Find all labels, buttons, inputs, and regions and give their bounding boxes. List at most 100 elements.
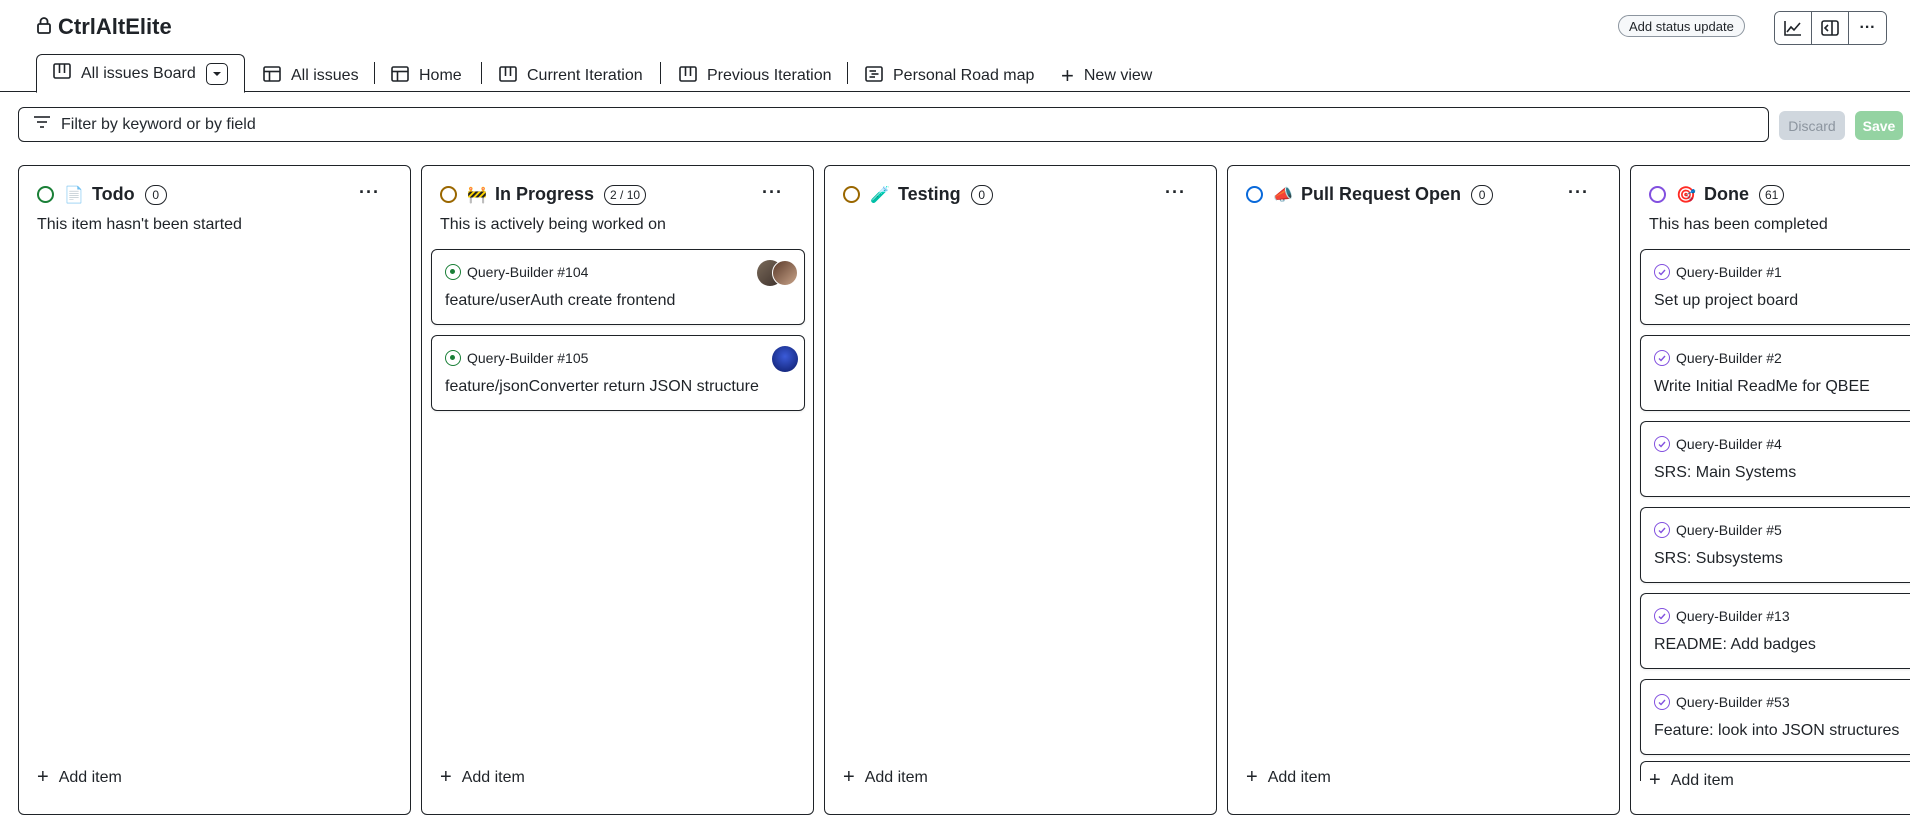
add-item-button[interactable]: + Add item: [1246, 766, 1331, 789]
tab-divider: [660, 62, 661, 84]
filter-input[interactable]: Filter by keyword or by field: [18, 107, 1769, 142]
plus-icon: +: [843, 766, 855, 788]
add-item-label: Add item: [864, 768, 928, 786]
issue-closed-icon: [1654, 694, 1670, 710]
add-item-button[interactable]: + Add item: [440, 766, 525, 789]
issue-reference: Query-Builder #1: [1654, 264, 1782, 280]
plus-icon: +: [1649, 769, 1661, 791]
column-header: 🧪 Testing 0: [843, 184, 993, 205]
add-item-label: Add item: [461, 768, 525, 786]
new-view-button[interactable]: + New view: [1061, 60, 1152, 92]
avatar[interactable]: [772, 260, 798, 286]
column-title: Pull Request Open: [1301, 184, 1462, 204]
plus-icon: +: [440, 766, 452, 788]
filter-placeholder: Filter by keyword or by field: [61, 115, 256, 133]
board-icon: [499, 65, 517, 87]
issue-ref-text: Query-Builder #2: [1676, 350, 1782, 366]
issue-card[interactable]: Query-Builder #13 README: Add badges: [1640, 593, 1910, 669]
issue-ref-text: Query-Builder #13: [1676, 608, 1790, 624]
plus-icon: +: [1246, 766, 1258, 788]
column-pull-request-open: 📣 Pull Request Open 0 ··· + Add item: [1227, 165, 1620, 815]
more-options-icon[interactable]: ···: [1849, 12, 1886, 44]
status-circle-icon: [1649, 186, 1666, 203]
tab-all-issues-board[interactable]: All issues Board: [36, 54, 245, 93]
issue-card[interactable]: Query-Builder #105 feature/jsonConverter…: [431, 335, 805, 411]
tab-divider: [847, 62, 848, 84]
add-status-update-button[interactable]: Add status update: [1618, 15, 1745, 37]
issue-title: Write Initial ReadMe for QBEE: [1654, 378, 1870, 395]
issue-ref-text: Query-Builder #1: [1676, 264, 1782, 280]
tab-divider: [374, 62, 375, 84]
issue-open-icon: [445, 264, 461, 280]
column-title: Done: [1704, 184, 1749, 204]
add-item-label: Add item: [1670, 771, 1734, 789]
issue-title: SRS: Main Systems: [1654, 464, 1797, 481]
tab-label: Previous Iteration: [707, 67, 832, 84]
column-count: 61: [1759, 184, 1785, 205]
issue-closed-icon: [1654, 522, 1670, 538]
column-count: 2 / 10: [604, 184, 647, 205]
sidebar-panel-icon[interactable]: [1812, 12, 1849, 44]
issue-ref-text: Query-Builder #4: [1676, 436, 1782, 452]
column-done: 🎯 Done 61 This has been completed Query-…: [1630, 165, 1910, 815]
issue-reference: Query-Builder #104: [445, 264, 588, 280]
column-menu-icon[interactable]: ···: [1165, 182, 1186, 203]
column-header: 🎯 Done 61: [1649, 184, 1785, 205]
tab-label: Current Iteration: [527, 67, 643, 84]
column-header: 📣 Pull Request Open 0: [1246, 184, 1494, 205]
column-title: Testing: [898, 184, 961, 204]
issue-card[interactable]: Query-Builder #2 Write Initial ReadMe fo…: [1640, 335, 1910, 411]
table-icon: [391, 65, 409, 87]
column-menu-icon[interactable]: ···: [359, 182, 380, 203]
add-item-button[interactable]: + Add item: [843, 766, 928, 789]
issue-reference: Query-Builder #105: [445, 350, 588, 366]
board-icon: [53, 63, 71, 84]
issue-card[interactable]: Query-Builder #104 feature/userAuth crea…: [431, 249, 805, 325]
issue-closed-icon: [1654, 350, 1670, 366]
status-circle-icon: [37, 186, 54, 203]
column-count: 0: [144, 184, 167, 205]
chevron-down-icon[interactable]: [205, 62, 228, 85]
discard-button[interactable]: Discard: [1779, 111, 1845, 140]
column-in-progress: 🚧 In Progress 2 / 10 ··· This is activel…: [421, 165, 814, 815]
column-description: This is actively being worked on: [440, 216, 666, 233]
issue-ref-text: Query-Builder #105: [467, 350, 589, 366]
issue-card[interactable]: Query-Builder #4 SRS: Main Systems: [1640, 421, 1910, 497]
tab-divider: [481, 62, 482, 84]
project-title-text: CtrlAltElite: [58, 14, 172, 39]
add-item-button[interactable]: + Add item: [37, 766, 122, 789]
save-button[interactable]: Save: [1855, 111, 1903, 140]
column-testing: 🧪 Testing 0 ··· + Add item: [824, 165, 1217, 815]
column-menu-icon[interactable]: ···: [762, 182, 783, 203]
tab-all-issues[interactable]: All issues: [263, 60, 359, 92]
add-item-label: Add item: [1267, 768, 1331, 786]
tab-current-iteration[interactable]: Current Iteration: [499, 60, 643, 92]
issue-ref-text: Query-Builder #5: [1676, 522, 1782, 538]
issue-open-icon: [445, 350, 461, 366]
add-item-label: Add item: [58, 768, 122, 786]
avatar[interactable]: [772, 346, 798, 372]
tab-home[interactable]: Home: [391, 60, 462, 92]
issue-title: feature/jsonConverter return JSON struct…: [445, 378, 759, 395]
issue-reference: Query-Builder #4: [1654, 436, 1782, 452]
tab-label: All issues Board: [81, 64, 196, 82]
target-icon: 🎯: [1676, 186, 1696, 204]
board-icon: [679, 65, 697, 87]
issue-card[interactable]: Query-Builder #5 SRS: Subsystems: [1640, 507, 1910, 583]
issue-title: SRS: Subsystems: [1654, 550, 1783, 567]
issue-ref-text: Query-Builder #104: [467, 264, 589, 280]
plus-icon: +: [37, 766, 49, 788]
issue-card[interactable]: Query-Builder #1 Set up project board: [1640, 249, 1910, 325]
issue-card[interactable]: Query-Builder #53 Feature: look into JSO…: [1640, 679, 1910, 755]
column-menu-icon[interactable]: ···: [1568, 182, 1589, 203]
insights-chart-icon[interactable]: [1775, 12, 1812, 44]
status-circle-icon: [1246, 186, 1263, 203]
tab-previous-iteration[interactable]: Previous Iteration: [679, 60, 832, 92]
issue-reference: Query-Builder #2: [1654, 350, 1782, 366]
add-item-button[interactable]: + Add item: [1649, 769, 1910, 792]
issue-title: README: Add badges: [1654, 636, 1816, 653]
tab-personal-road-map[interactable]: Personal Road map: [865, 60, 1034, 92]
issue-closed-icon: [1654, 436, 1670, 452]
table-icon: [263, 65, 281, 87]
column-header: 📄 Todo 0: [37, 184, 167, 205]
